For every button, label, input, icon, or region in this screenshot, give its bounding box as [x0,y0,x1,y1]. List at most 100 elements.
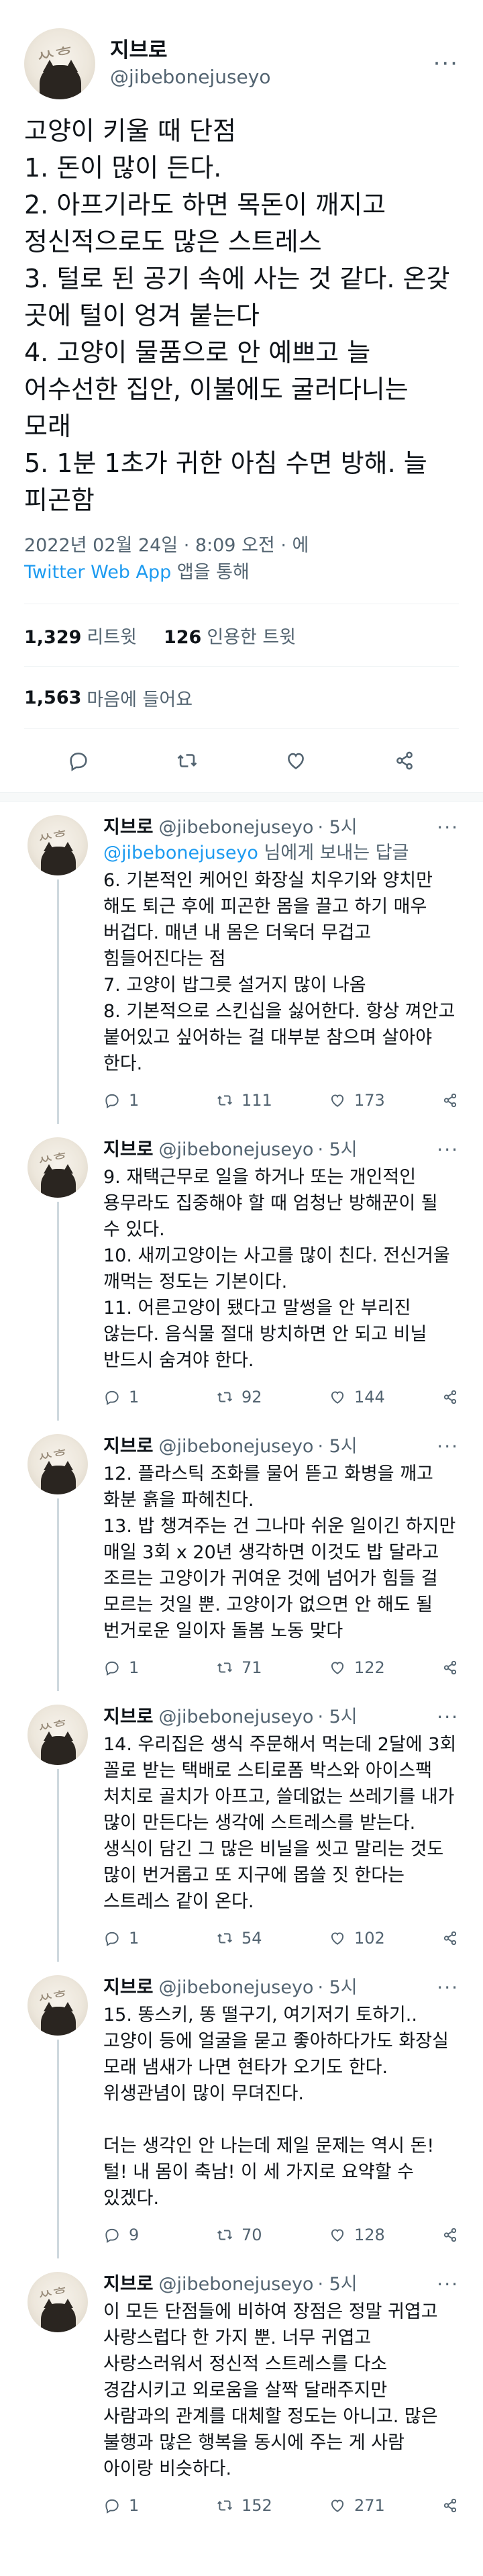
avatar[interactable]: ᄊᄒ [28,1434,88,1494]
reply-tweet[interactable]: ᄊᄒ 지브로 @jibebonejuseyo · 5시 ··· 14. 우리집은… [0,1691,483,1962]
share-icon [443,2228,457,2242]
reply-button[interactable]: 1 [103,1091,216,1110]
reply-button[interactable] [67,749,90,772]
retweet-count: 92 [241,1388,262,1406]
reply-author-handle[interactable]: @jibebonejuseyo [159,1137,314,1163]
replying-to-mention[interactable]: @jibebonejuseyo [103,843,258,863]
reply-time[interactable]: · 5시 [317,1434,357,1460]
thread-connector-line [56,1202,59,1421]
retweet-button[interactable]: 71 [216,1658,329,1677]
share-icon [396,751,413,770]
reply-button[interactable]: 1 [103,2496,216,2515]
reply-time[interactable]: · 5시 [317,1137,357,1163]
retweet-button[interactable]: 152 [216,2496,329,2515]
reply-author-handle[interactable]: @jibebonejuseyo [159,1705,314,1730]
avatar[interactable]: ᄊᄒ [24,28,95,99]
reply-time[interactable]: · 5시 [317,815,357,841]
share-button[interactable] [393,749,416,772]
like-button[interactable]: 173 [329,1091,441,1110]
likes-stat[interactable]: 1,563 마음에 들어요 [24,667,459,728]
reply-topline: 지브로 @jibebonejuseyo · 5시 ··· [103,1705,459,1730]
more-options-button[interactable]: ··· [437,1434,459,1460]
reply-author-name[interactable]: 지브로 [103,1975,154,2001]
share-button[interactable] [441,2226,459,2244]
share-button[interactable] [441,1929,459,1947]
reply-bubble-icon [105,2228,119,2244]
like-button[interactable] [284,749,307,772]
retweet-button[interactable]: 92 [216,1388,329,1406]
like-button[interactable]: 102 [329,1929,441,1948]
retweets-stat[interactable]: 1,329 리트윗 [24,622,137,649]
reply-tweet[interactable]: ᄊᄒ 지브로 @jibebonejuseyo · 5시 ··· 이 모든 단점들… [0,2258,483,2529]
like-button[interactable]: 271 [329,2496,441,2515]
heart-icon [331,1391,344,1404]
section-separator [0,792,483,802]
more-options-button[interactable]: ··· [437,1137,459,1163]
reply-actions: 1 54 102 [103,1915,459,1962]
reply-tweet[interactable]: ᄊᄒ 지브로 @jibebonejuseyo · 5시 ··· 12. 플라스틱… [0,1421,483,1691]
tweet-source-suffix: 앱을 통해 [171,562,250,583]
reply-button[interactable]: 1 [103,1388,216,1406]
avatar[interactable]: ᄊᄒ [28,2272,88,2332]
reply-bubble-icon [105,1094,119,1109]
reply-author-name[interactable]: 지브로 [103,1705,154,1730]
reply-bubble-icon [105,1390,119,1406]
reply-author-name[interactable]: 지브로 [103,1137,154,1163]
reply-author-name[interactable]: 지브로 [103,2272,154,2297]
like-count: 144 [354,1388,385,1406]
reply-time[interactable]: · 5시 [317,2272,357,2297]
author-display-name[interactable]: 지브로 [110,37,270,64]
cat-silhouette-icon [40,1163,76,1198]
retweet-count: 71 [241,1658,262,1677]
tweet-source-link[interactable]: Twitter Web App [24,562,171,583]
more-options-button[interactable]: ··· [433,50,459,77]
thread-connector-line [56,1769,59,1962]
reply-author-handle[interactable]: @jibebonejuseyo [159,2272,314,2297]
avatar[interactable]: ᄊᄒ [28,815,88,875]
reply-button[interactable]: 9 [103,2226,216,2244]
reply-text: 이 모든 단점들에 비하여 장점은 정말 귀엽고 사랑스럽다 한 가지 뿐. 너… [103,2301,444,2479]
reply-author-handle[interactable]: @jibebonejuseyo [159,1975,314,2001]
reply-tweet[interactable]: ᄊᄒ 지브로 @jibebonejuseyo · 5시 ··· 15. 똥스키,… [0,1962,483,2258]
reply-button[interactable]: 1 [103,1929,216,1948]
retweet-button[interactable]: 111 [216,1091,329,1110]
like-button[interactable]: 128 [329,2226,441,2244]
reply-author-name[interactable]: 지브로 [103,1434,154,1460]
quotes-stat[interactable]: 126 인용한 트윗 [164,622,296,649]
reply-button[interactable]: 1 [103,1658,216,1677]
reply-count: 9 [129,2226,140,2244]
retweet-button[interactable]: 70 [216,2226,329,2244]
share-button[interactable] [441,1388,459,1406]
more-options-button[interactable]: ··· [437,815,459,841]
reply-time[interactable]: · 5시 [317,1975,357,2001]
tweet-header: ᄊᄒ 지브로 @jibebonejuseyo ··· [24,0,459,107]
share-button[interactable] [441,1092,459,1109]
reply-left-column: ᄊᄒ [24,1137,91,1421]
tweet-timestamp[interactable]: 2022년 02월 24일 · 8:09 오전 · 에 [24,535,309,556]
like-button[interactable]: 122 [329,1658,441,1677]
like-count: 271 [354,2496,385,2515]
avatar[interactable]: ᄊᄒ [28,1975,88,2036]
avatar[interactable]: ᄊᄒ [28,1137,88,1198]
like-button[interactable]: 144 [329,1388,441,1406]
tweet-stats: 1,329 리트윗 126 인용한 트윗 [24,604,459,666]
reply-tweet[interactable]: ᄊᄒ 지브로 @jibebonejuseyo · 5시 ··· 9. 재택근무로… [0,1124,483,1421]
share-button[interactable] [441,1659,459,1676]
heart-icon [331,1094,344,1107]
more-options-button[interactable]: ··· [437,1705,459,1730]
reply-time[interactable]: · 5시 [317,1705,357,1730]
retweet-button[interactable] [176,749,199,772]
avatar[interactable]: ᄊᄒ [28,1705,88,1765]
more-options-button[interactable]: ··· [437,1975,459,2001]
tweet-meta: 2022년 02월 24일 · 8:09 오전 · 에 Twitter Web … [24,532,459,586]
author-handle[interactable]: @jibebonejuseyo [110,64,270,91]
share-button[interactable] [441,2497,459,2514]
reply-author-handle[interactable]: @jibebonejuseyo [159,1434,314,1460]
reply-author-handle[interactable]: @jibebonejuseyo [159,815,314,841]
reply-text: 15. 똥스키, 똥 떨구기, 여기저기 토하기..고양이 등에 얼굴을 묻고 … [103,2005,449,2209]
reply-tweet[interactable]: ᄊᄒ 지브로 @jibebonejuseyo · 5시 ··· @jibebon… [0,802,483,1124]
more-options-button[interactable]: ··· [437,2272,459,2297]
reply-author-name[interactable]: 지브로 [103,815,154,841]
retweet-count: 70 [241,2226,262,2244]
retweet-button[interactable]: 54 [216,1929,329,1948]
